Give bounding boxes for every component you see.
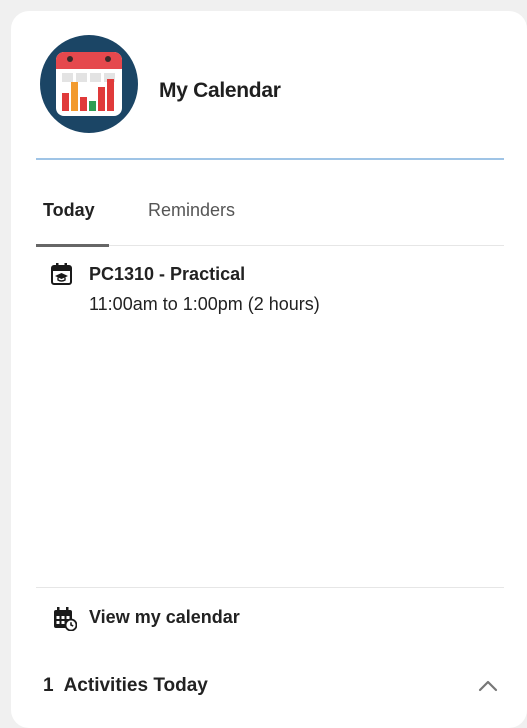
widget-header: My Calendar bbox=[11, 11, 527, 161]
calendar-widget: My Calendar Today Reminders PC1310 - Pra… bbox=[11, 11, 527, 728]
event-title: PC1310 - Practical bbox=[89, 264, 246, 284]
event-time: 11:00am to 1:00pm (2 hours) bbox=[89, 294, 320, 314]
tab-today[interactable]: Today bbox=[43, 200, 95, 221]
collapse-button[interactable] bbox=[473, 671, 503, 701]
widget-title: My Calendar bbox=[159, 79, 281, 102]
lecture-calendar-icon bbox=[51, 263, 72, 285]
activities-summary: 1 Activities Today bbox=[43, 675, 208, 697]
activities-count: 1 bbox=[43, 675, 54, 696]
calendar-clock-icon bbox=[53, 607, 78, 632]
active-tab-indicator bbox=[36, 244, 109, 247]
view-calendar-label: View my calendar bbox=[89, 607, 240, 627]
activities-label: Activities Today bbox=[63, 675, 208, 696]
calendar-chart-icon bbox=[40, 35, 138, 133]
tab-bar: Today Reminders bbox=[36, 191, 504, 247]
tab-reminders[interactable]: Reminders bbox=[148, 200, 235, 221]
footer-divider bbox=[36, 587, 504, 588]
chevron-up-icon bbox=[473, 680, 503, 705]
header-divider bbox=[36, 158, 504, 160]
